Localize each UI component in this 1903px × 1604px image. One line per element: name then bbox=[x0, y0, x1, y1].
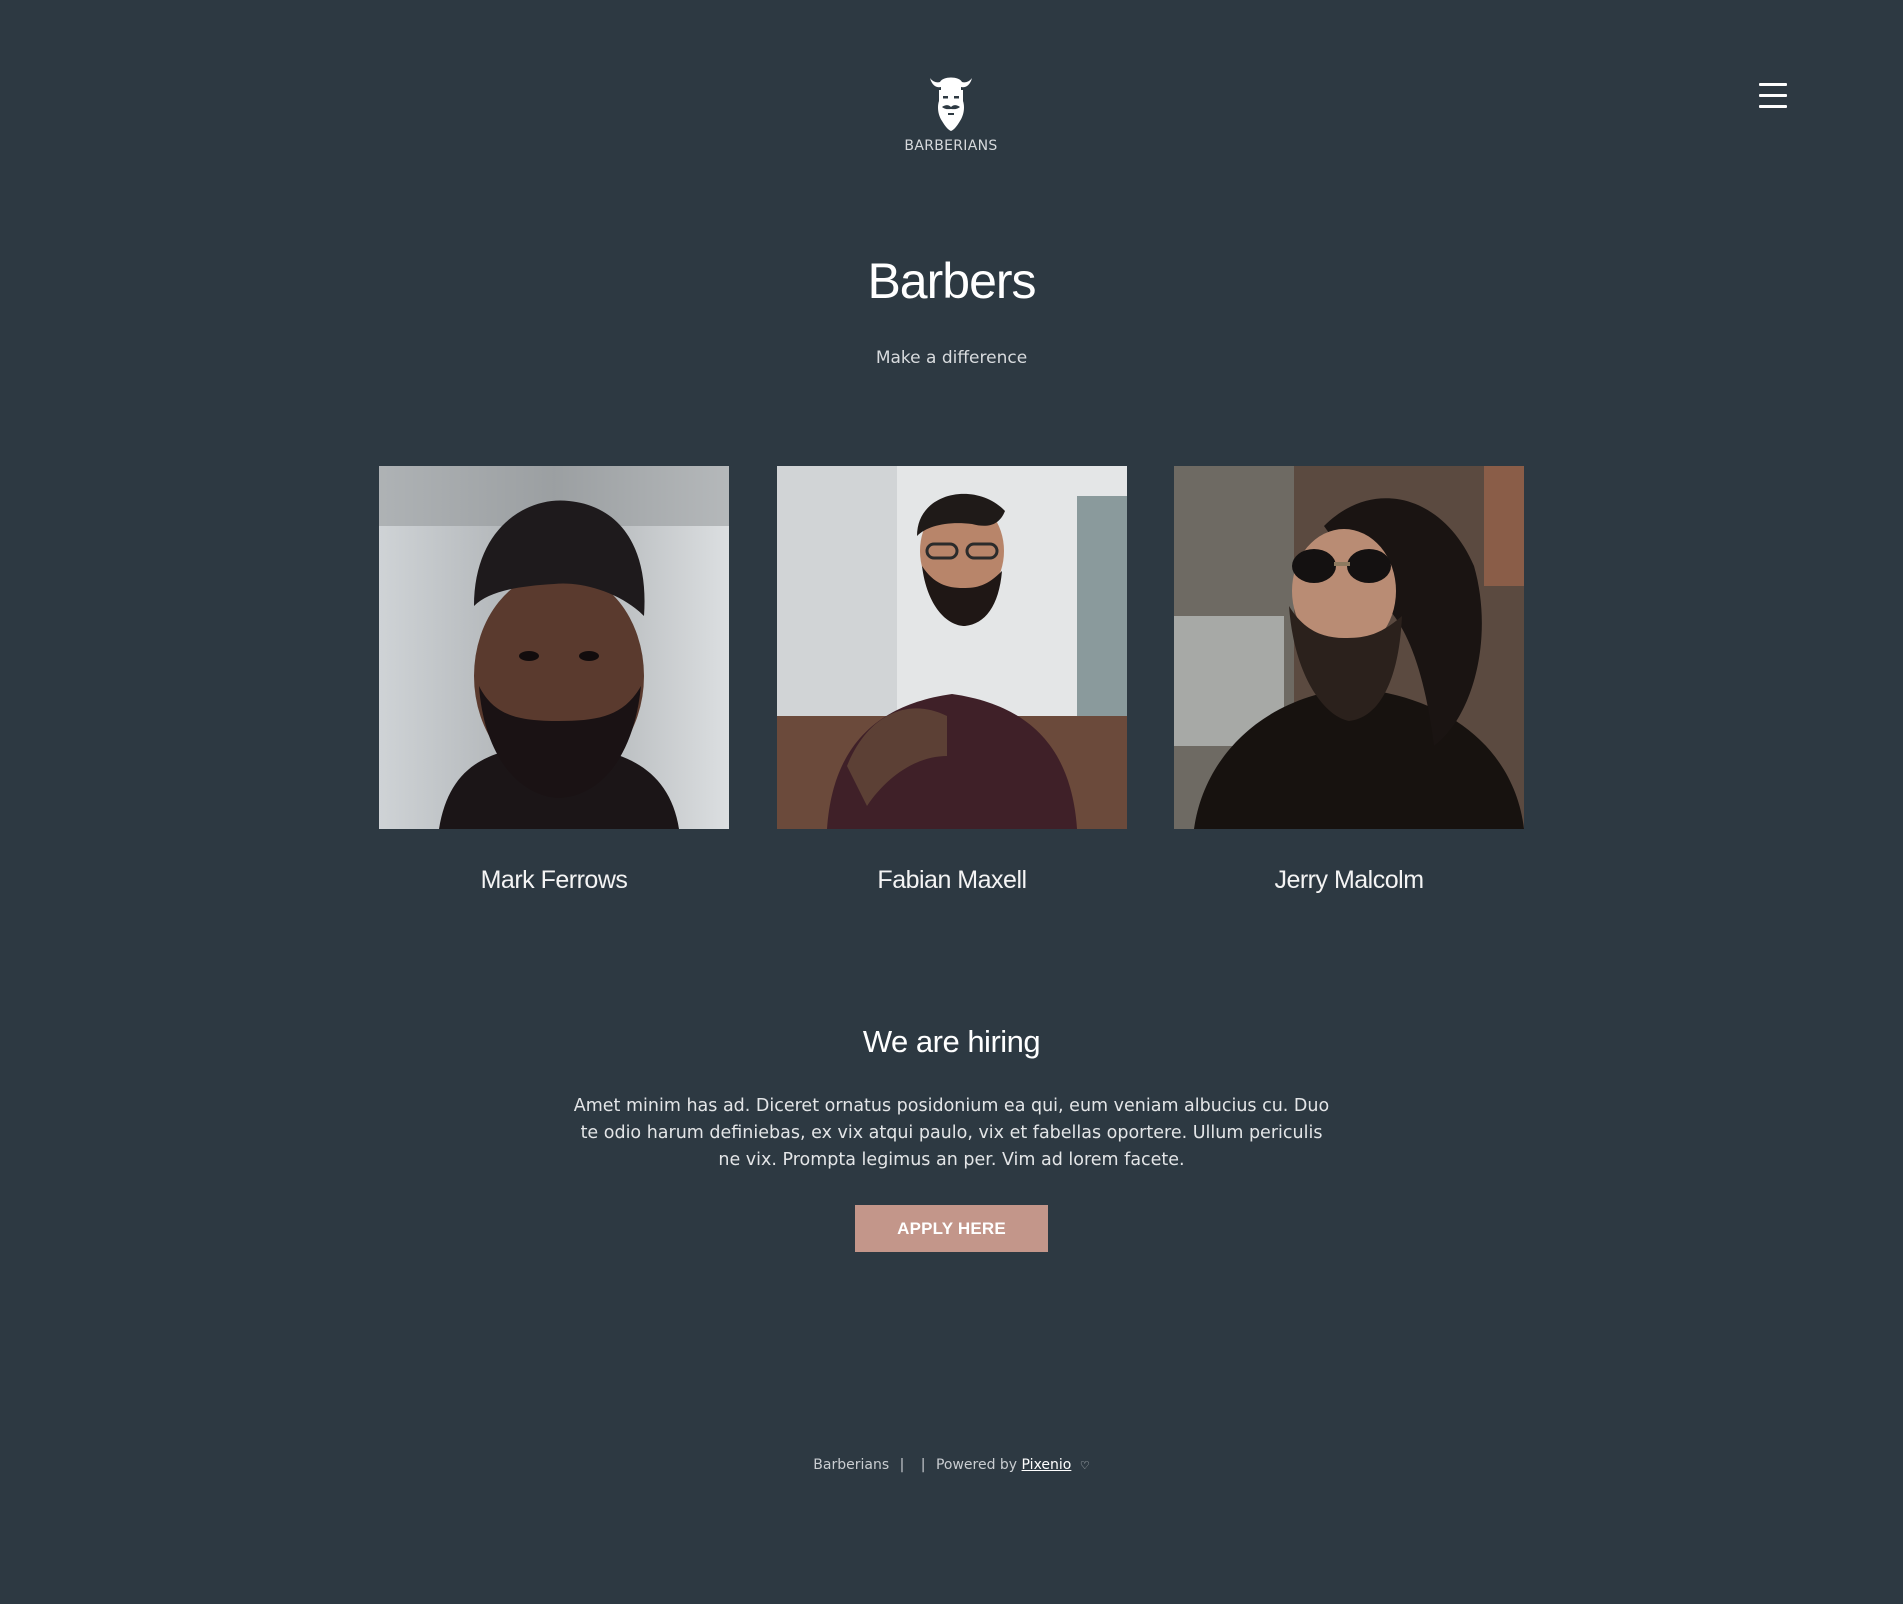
pixenio-link[interactable]: Pixenio bbox=[1022, 1457, 1072, 1473]
heart-icon: ♡ bbox=[1079, 1459, 1090, 1472]
brand-logo[interactable]: BARBERIANS bbox=[901, 74, 1001, 154]
barber-card: Fabian Maxell bbox=[777, 466, 1127, 895]
footer-separator: | bbox=[899, 1457, 905, 1473]
apply-here-button[interactable]: APPLY HERE bbox=[855, 1205, 1048, 1252]
footer: Barberians | | Powered by Pixenio ♡ bbox=[0, 1457, 1903, 1473]
hiring-text: Amet minim has ad. Diceret ornatus posid… bbox=[573, 1096, 1330, 1170]
barber-name: Mark Ferrows bbox=[480, 866, 628, 894]
barber-card: Mark Ferrows bbox=[379, 466, 729, 895]
page-subtitle: Make a difference bbox=[875, 348, 1028, 368]
hiring-title: We are hiring bbox=[862, 1024, 1041, 1059]
menu-button[interactable] bbox=[1758, 78, 1788, 114]
footer-powered-by: Powered by bbox=[935, 1457, 1018, 1473]
barber-card: Jerry Malcolm bbox=[1174, 466, 1524, 895]
hamburger-menu-icon bbox=[1758, 83, 1788, 108]
bearded-viking-icon bbox=[930, 77, 972, 131]
barber-photo bbox=[379, 466, 729, 829]
brand-name: BARBERIANS bbox=[904, 138, 998, 154]
barber-name: Fabian Maxell bbox=[877, 866, 1027, 894]
footer-separator: | bbox=[920, 1457, 926, 1473]
barber-photo bbox=[1174, 466, 1524, 829]
page-title: Barbers bbox=[867, 253, 1036, 309]
footer-brand: Barberians bbox=[813, 1457, 890, 1473]
barber-name: Jerry Malcolm bbox=[1274, 866, 1424, 894]
barber-photo bbox=[777, 466, 1127, 829]
